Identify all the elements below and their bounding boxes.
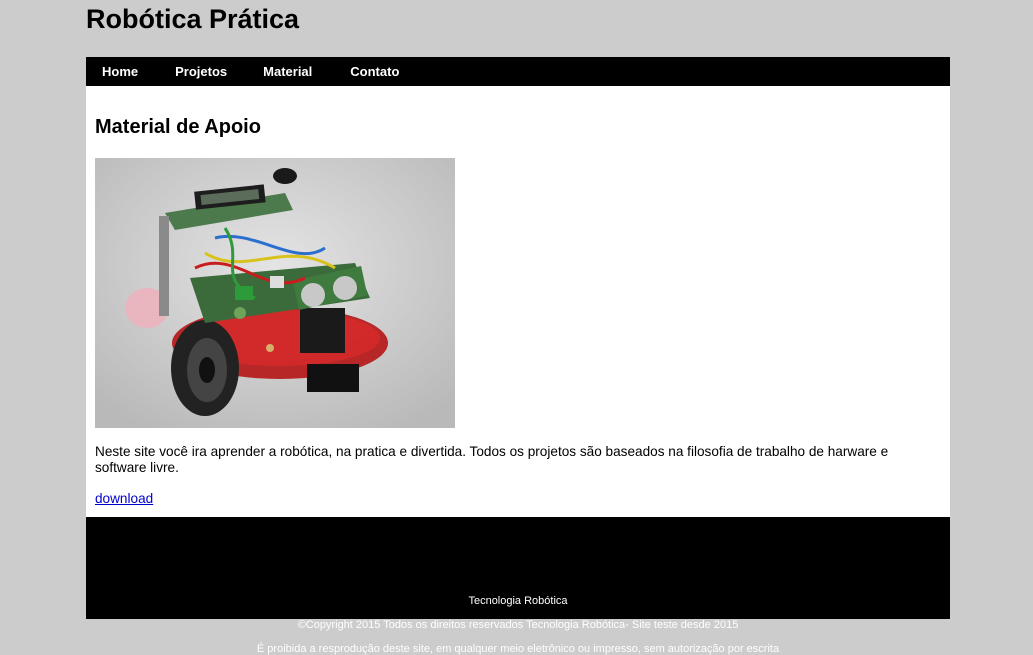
- site-title: Robótica Prática: [86, 4, 300, 34]
- footer-company: Tecnologia Robótica: [468, 595, 568, 607]
- footer-disclaimer: É proibida a resprodução deste site, em …: [256, 643, 780, 655]
- main-nav: Home Projetos Material Contato: [86, 57, 950, 86]
- nav-contato-link[interactable]: Contato: [350, 57, 399, 86]
- page-heading: Material de Apoio: [95, 116, 261, 138]
- page-wrapper: Home Projetos Material Contato Material …: [86, 57, 950, 655]
- download-link[interactable]: download: [95, 491, 153, 506]
- nav-home-link[interactable]: Home: [102, 57, 138, 86]
- main-content: Material de Apoio Neste site você ira ap…: [86, 86, 950, 517]
- footer: Tecnologia Robótica ©Copyright 2015 Todo…: [86, 517, 950, 655]
- nav-projetos-link[interactable]: Projetos: [175, 57, 227, 86]
- nav-material-link[interactable]: Material: [263, 57, 312, 86]
- robot-photo: [95, 158, 455, 428]
- intro-text: Neste site você ira aprender a robótica,…: [95, 444, 889, 475]
- footer-copyright: ©Copyright 2015 Todos os direitos reserv…: [297, 619, 739, 631]
